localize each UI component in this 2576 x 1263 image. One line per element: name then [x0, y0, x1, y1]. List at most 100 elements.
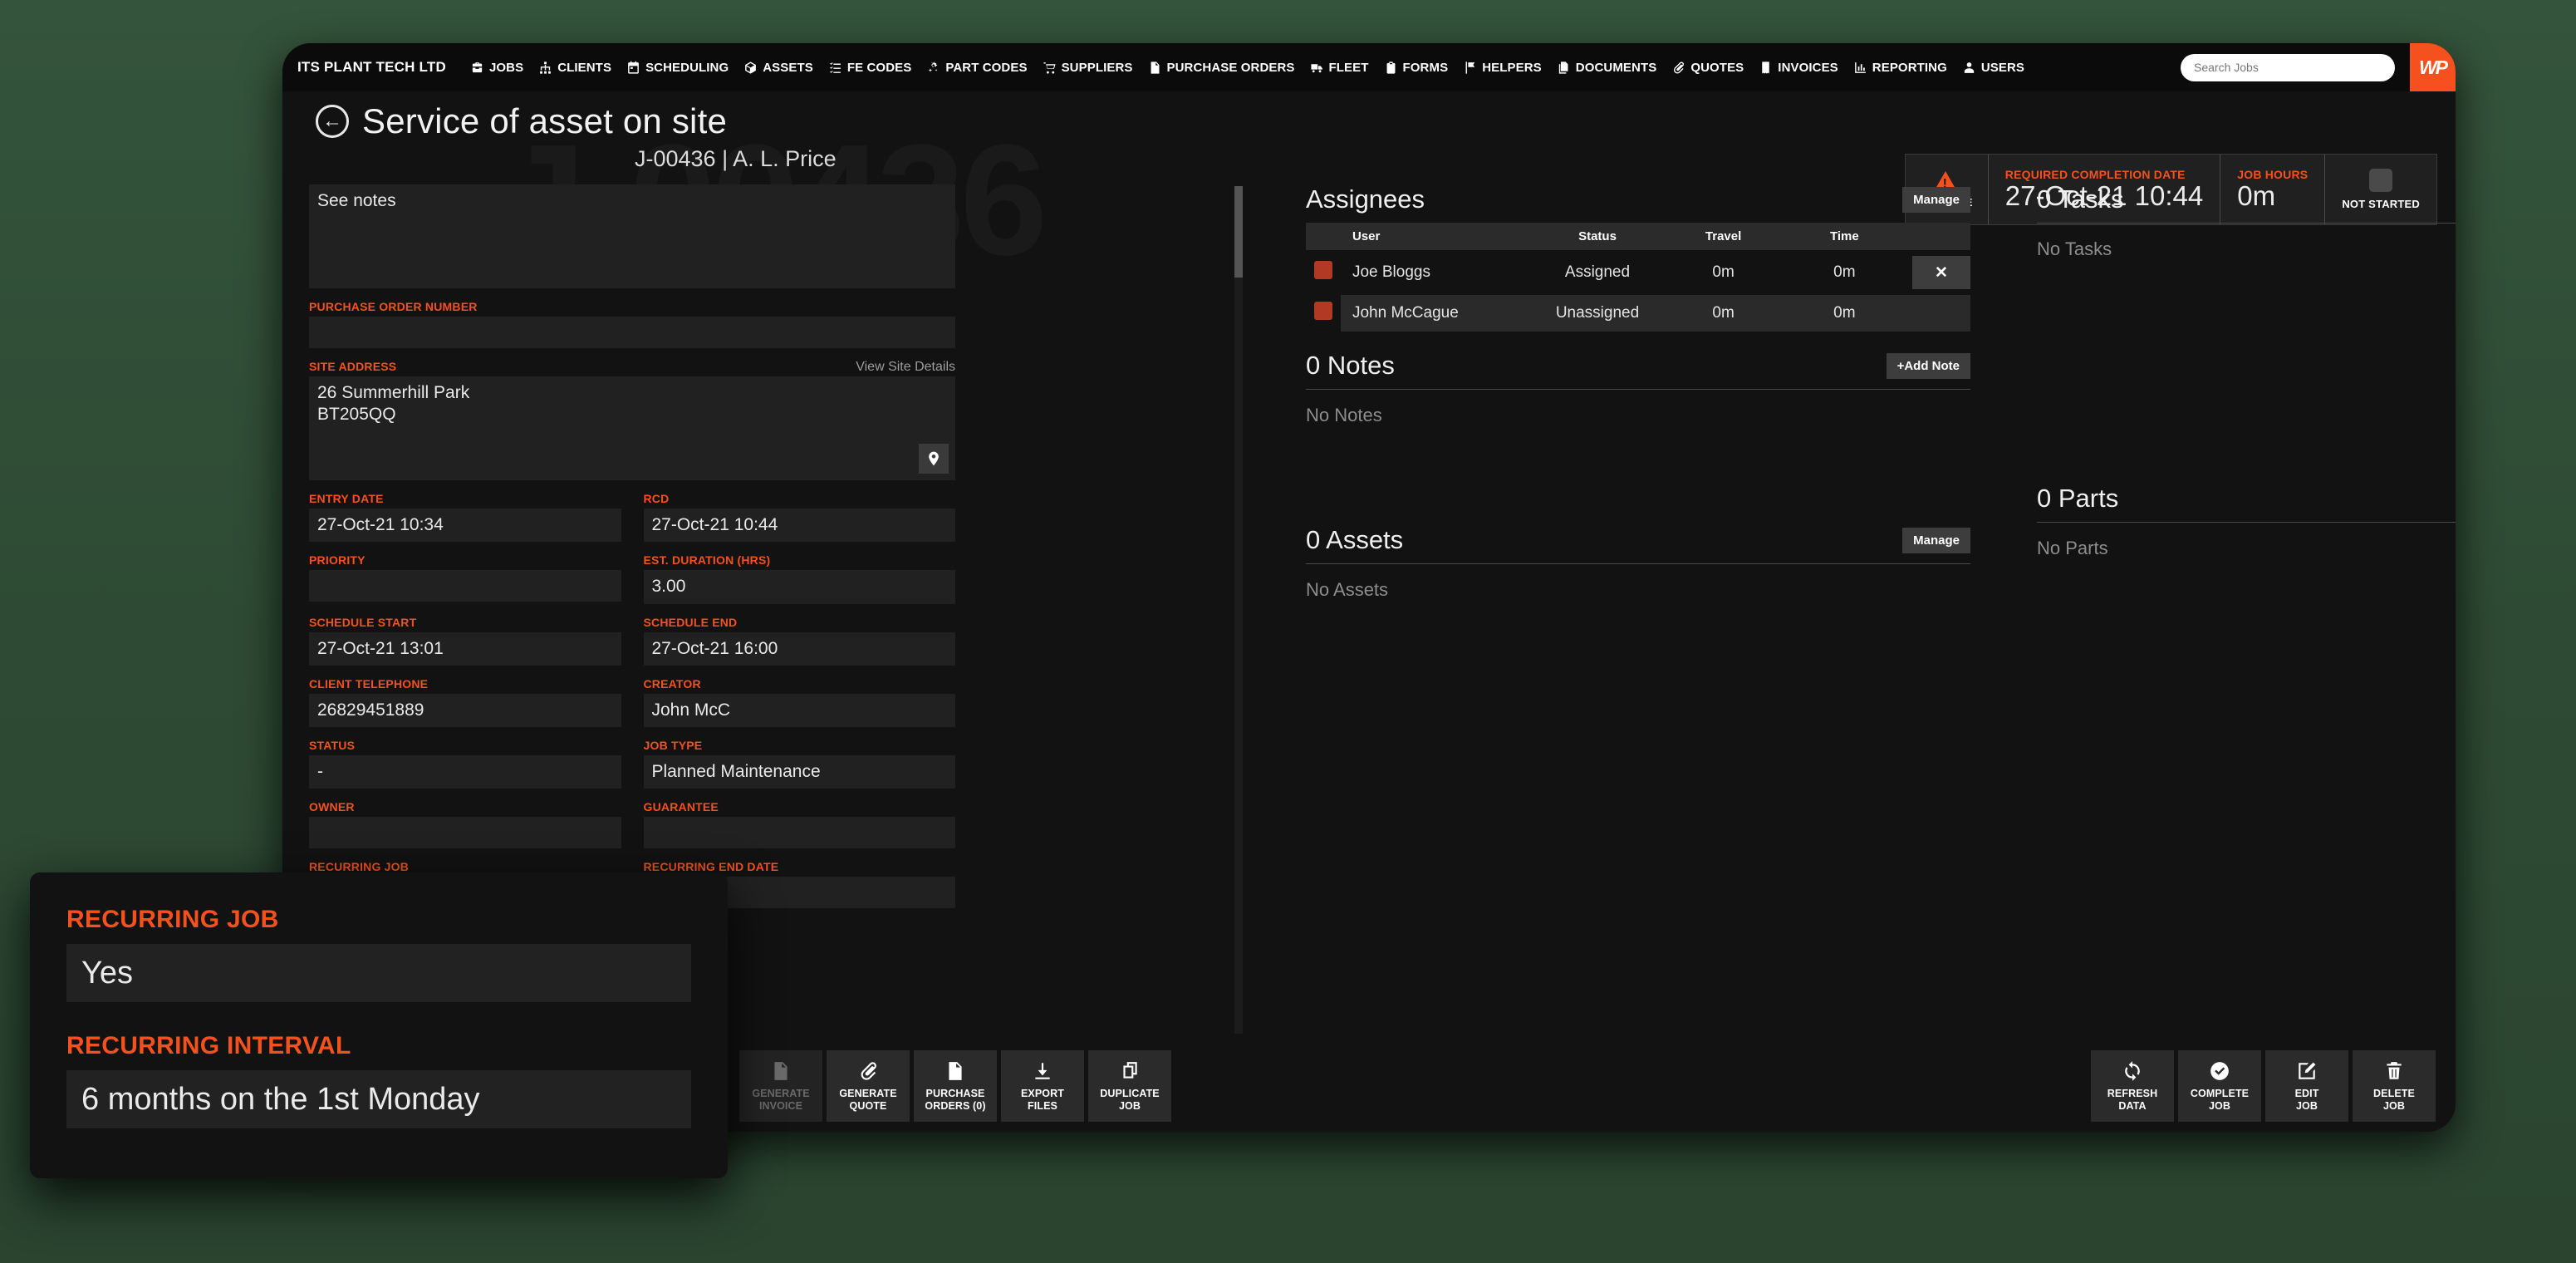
nav-item-quotes[interactable]: QUOTES: [1664, 56, 1751, 80]
schedule-start-value[interactable]: 27-Oct-21 13:01: [309, 632, 621, 666]
nav-label: HELPERS: [1482, 60, 1542, 75]
assignee-colour: [1306, 250, 1341, 295]
nav-label: FE CODES: [846, 60, 912, 75]
tasks-empty-message: No Tasks: [2037, 238, 2112, 259]
toolbox-icon: [470, 61, 484, 75]
add-note-button[interactable]: +Add Note: [1886, 352, 1970, 379]
description-value[interactable]: See notes: [309, 184, 955, 288]
refresh-data-button[interactable]: REFRESH DATA: [2091, 1050, 2174, 1122]
purchase-orders-button[interactable]: PURCHASE ORDERS (0): [914, 1050, 997, 1122]
manage-assets-button[interactable]: Manage: [1902, 527, 1970, 553]
nav-item-documents[interactable]: DOCUMENTS: [1549, 56, 1665, 80]
manage-assignees-button[interactable]: Manage: [1902, 186, 1970, 213]
app-logo[interactable]: WP: [2410, 43, 2456, 91]
button-label: REFRESH DATA: [2107, 1087, 2158, 1112]
scrollbar-thumb[interactable]: [1234, 186, 1243, 278]
col-time: Time: [1776, 223, 1912, 250]
download-icon: [1032, 1060, 1053, 1082]
map-pin-icon[interactable]: [919, 444, 949, 474]
est-duration-value[interactable]: 3.00: [643, 570, 955, 604]
assignee-name: Joe Bloggs: [1352, 263, 1430, 281]
generate-invoice-button: GENERATE INVOICE: [739, 1050, 822, 1122]
assets-title: 0 Assets: [1306, 525, 1404, 554]
export-files-button[interactable]: EXPORT FILES: [1001, 1050, 1084, 1122]
nav-item-scheduling[interactable]: SCHEDULING: [619, 56, 736, 80]
box-icon: [743, 61, 758, 75]
rcd-value-form[interactable]: 27-Oct-21 10:44: [643, 509, 955, 543]
nav-label: SCHEDULING: [645, 60, 729, 75]
nav-label: SUPPLIERS: [1061, 60, 1133, 75]
recurring-job-value[interactable]: Yes: [66, 944, 691, 1002]
nav-item-part-codes[interactable]: PART CODES: [919, 56, 1034, 80]
entry-date-value[interactable]: 27-Oct-21 10:34: [309, 509, 621, 543]
company-name: ITS PLANT TECH LTD: [297, 59, 446, 75]
tasks-title: 0 Tasks: [2037, 184, 2124, 214]
trash-icon: [2383, 1060, 2405, 1082]
assets-header: 0 Assets Manage: [1306, 525, 1970, 563]
gears-icon: [926, 61, 940, 75]
assignee-status: Unassigned: [1524, 295, 1671, 332]
purchase-order-number-value[interactable]: [309, 317, 955, 348]
nav-item-fe-codes[interactable]: FE CODES: [821, 56, 919, 80]
button-label: GENERATE INVOICE: [752, 1087, 810, 1112]
schedule-end-value[interactable]: 27-Oct-21 16:00: [643, 632, 955, 666]
nav-label: CLIENTS: [557, 60, 612, 75]
col-travel: Travel: [1670, 223, 1777, 250]
address-line-2: BT205QQ: [317, 405, 396, 425]
recurring-interval-value[interactable]: 6 months on the 1st Monday: [66, 1070, 691, 1128]
recurring-interval-label: RECURRING INTERVAL: [66, 1032, 351, 1059]
calendar-icon: [626, 61, 640, 75]
check-circle-icon: [2209, 1060, 2230, 1082]
duplicate-job-button[interactable]: DUPLICATE JOB: [1088, 1050, 1171, 1122]
nav-label: JOBS: [488, 60, 524, 75]
col-status: Status: [1524, 223, 1671, 250]
owner-value[interactable]: [309, 817, 621, 849]
truck-icon: [1310, 61, 1324, 75]
chart-bar-icon: [1853, 61, 1867, 75]
arrow-left-circle-icon[interactable]: ←: [316, 105, 349, 138]
copy-icon: [1119, 1060, 1141, 1082]
view-site-details-link[interactable]: View Site Details: [856, 360, 955, 375]
user-icon: [1962, 61, 1976, 75]
nav-item-fleet[interactable]: FLEET: [1303, 56, 1376, 80]
list-icon: [828, 61, 842, 75]
file-invoice-icon: [1148, 61, 1162, 75]
delete-job-button[interactable]: DELETE JOB: [2353, 1050, 2436, 1122]
nav-item-suppliers[interactable]: SUPPLIERS: [1035, 56, 1141, 80]
table-row[interactable]: Joe Bloggs Assigned 0m 0m ✕: [1306, 250, 1970, 295]
nav-item-jobs[interactable]: JOBS: [463, 56, 531, 80]
site-address-label: SITE ADDRESS: [309, 360, 397, 373]
generate-quote-button[interactable]: GENERATE QUOTE: [827, 1050, 910, 1122]
assignee-remove-cell: [1911, 295, 1970, 332]
nav-item-users[interactable]: USERS: [1955, 56, 2032, 80]
clipboard-icon: [1384, 61, 1398, 75]
creator-value[interactable]: John McC: [643, 693, 955, 727]
receipt-icon: [1759, 61, 1773, 75]
status-value[interactable]: -: [309, 755, 621, 789]
parts-header: 0 Parts +Add Part: [2037, 484, 2456, 522]
job-type-value[interactable]: Planned Maintenance: [643, 755, 955, 789]
priority-value[interactable]: [309, 570, 621, 602]
guarantee-value[interactable]: [643, 817, 955, 849]
nav-item-forms[interactable]: FORMS: [1376, 56, 1456, 80]
nav-item-invoices[interactable]: INVOICES: [1751, 56, 1845, 80]
nav-item-helpers[interactable]: HELPERS: [1455, 56, 1549, 80]
cart-icon: [1043, 61, 1057, 75]
remove-assignee-button[interactable]: ✕: [1911, 256, 1970, 289]
edit-job-button[interactable]: EDIT JOB: [2265, 1050, 2348, 1122]
complete-job-button[interactable]: COMPLETE JOB: [2178, 1050, 2261, 1122]
page-header: ← Service of asset on site J-00436 | A. …: [282, 91, 2456, 225]
table-row[interactable]: John McCague Unassigned 0m 0m: [1306, 295, 1970, 332]
assignees-table: User Status Travel Time Joe Bloggs Assig…: [1306, 223, 1970, 332]
search-input[interactable]: [2181, 53, 2395, 81]
nav-item-clients[interactable]: CLIENTS: [531, 56, 619, 80]
left-column-scrollbar[interactable]: [1234, 186, 1243, 1034]
nav-item-purchase-orders[interactable]: PURCHASE ORDERS: [1141, 56, 1303, 80]
site-address-value[interactable]: 26 Summerhill Park BT205QQ: [309, 376, 955, 480]
nav-item-reporting[interactable]: REPORTING: [1846, 56, 1955, 80]
client-telephone-value[interactable]: 26829451889: [309, 693, 621, 727]
nav-item-assets[interactable]: ASSETS: [736, 56, 821, 80]
notes-empty-message: No Notes: [1306, 405, 1382, 425]
entry-date-label: ENTRY DATE: [309, 492, 384, 505]
parts-panel: 0 Parts +Add Part No Parts: [2037, 484, 2456, 559]
